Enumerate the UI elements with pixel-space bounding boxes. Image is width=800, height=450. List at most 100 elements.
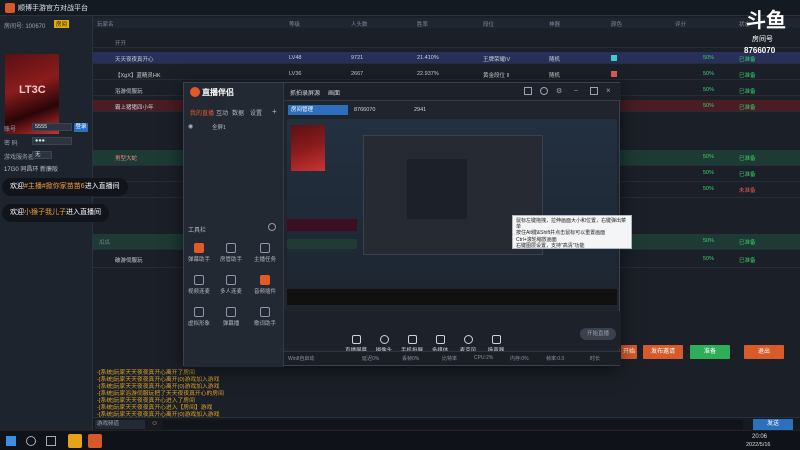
toolbar-title: 工具栏: [188, 228, 207, 234]
player-table-header: 玩家名 等级 人头数 胜率 段位 神器 颜色 评分 状态: [93, 18, 800, 28]
row-level: LV36: [289, 71, 302, 77]
status-cpu: CPU:2%: [474, 355, 494, 361]
media-icon: [435, 335, 445, 344]
tab-data[interactable]: 数据: [232, 108, 244, 117]
lyrics-icon: [260, 307, 270, 317]
tool-video-link[interactable]: 视频连麦: [188, 275, 210, 295]
status-duration: 时长: [590, 356, 601, 362]
app-taskbar-icon[interactable]: [68, 434, 82, 448]
row-rate: 22.937%: [417, 71, 439, 77]
emoji-icon[interactable]: ☺: [151, 420, 158, 427]
audio-plugin-icon: [260, 275, 270, 285]
danmu-play-icon: [226, 307, 236, 317]
settings-icon[interactable]: ⚙: [556, 87, 562, 95]
close-icon[interactable]: ×: [606, 86, 611, 95]
server-id-text: 17G0 同昌环 新廉阪: [4, 167, 59, 173]
color-swatch: [611, 55, 617, 61]
chat-prefix: 欢迎: [10, 209, 24, 216]
game-server-select[interactable]: 无: [32, 151, 52, 159]
status-bar: Win8自启动 延迟0% 丢帧0% 比特率 CPU:2% 内存:0% 帧率:0.…: [284, 351, 621, 365]
row-name: 男型大蛇: [115, 156, 138, 162]
table-row[interactable]: 天天夜夜真开心 LV48 9721 21.410% 王牌荣耀IV 随机 50% …: [93, 52, 800, 64]
send-button[interactable]: 发送: [753, 419, 793, 430]
account-input[interactable]: 5555: [32, 123, 72, 131]
eye-icon[interactable]: ◉: [188, 123, 193, 130]
app-titlebar: 顺博手游官方对战平台: [0, 0, 800, 16]
header-player: 玩家名: [97, 22, 114, 28]
row-state: 已准备: [739, 240, 756, 246]
tool-room-admin[interactable]: 房管助手: [220, 243, 242, 263]
chat-input-bar: 游戏频道 ☺ 发送: [93, 417, 800, 430]
row-score: 50%: [703, 256, 715, 262]
tab-settings[interactable]: 设置: [250, 108, 262, 117]
password-input[interactable]: ●●●: [32, 137, 72, 145]
windows-start-icon[interactable]: [6, 436, 16, 446]
row-name: 瓜瓜: [99, 240, 111, 246]
chat-message: 欢迎#主播#掀你家苗苗6进入直播间: [2, 178, 128, 196]
table-row[interactable]: 开开: [93, 36, 800, 48]
game-taskbar-icon[interactable]: [88, 434, 102, 448]
row-state: 已准备: [739, 258, 756, 264]
tooltip-line: 右键图层设置，支持"高清"功能: [516, 242, 585, 249]
chat-suffix: 进入直播间: [84, 183, 120, 190]
scene-label[interactable]: 全屏1: [212, 123, 226, 131]
tool-tasks[interactable]: 主播任务: [254, 243, 276, 263]
row-artifact: 随机: [549, 57, 561, 63]
tool-danmu-play[interactable]: 弹幕播: [220, 307, 242, 327]
search-icon[interactable]: [26, 436, 36, 446]
preview-row: [287, 239, 357, 249]
invite-button[interactable]: 发布邀请: [643, 345, 683, 359]
chat-input[interactable]: [163, 420, 743, 429]
start-button[interactable]: 开始: [621, 345, 637, 359]
tool-label: 多人连麦: [220, 289, 243, 295]
add-icon[interactable]: +: [272, 107, 277, 116]
tab-interact[interactable]: 互动: [216, 108, 228, 117]
tool-danmu[interactable]: 弹幕助手: [188, 243, 210, 263]
tool-audio-plugin[interactable]: 音频插件: [254, 275, 276, 295]
room-manage[interactable]: 房间管理: [288, 105, 348, 115]
row-score: 50%: [703, 238, 715, 244]
maximize-icon[interactable]: [590, 87, 598, 95]
avatar-text: LT3C: [19, 84, 46, 96]
more-icon[interactable]: [268, 223, 276, 231]
user-icon[interactable]: [540, 87, 548, 95]
row-score: 50%: [703, 55, 715, 61]
tool-lyrics[interactable]: 歌词助手: [254, 307, 276, 327]
header-kills: 人头数: [351, 22, 368, 28]
tool-label: 虚拟形象: [188, 321, 211, 327]
window-icon[interactable]: [524, 87, 532, 95]
login-button[interactable]: 登录: [74, 123, 88, 132]
row-name: 【XgX】蓝精灵HK: [115, 73, 161, 79]
row-score: 50%: [703, 103, 715, 109]
status-fps: 帧率:0.0: [546, 356, 565, 362]
row-state: 已准备: [739, 89, 756, 95]
ready-button[interactable]: 准备: [690, 345, 730, 359]
multi-link-icon: [226, 275, 236, 285]
camera-icon: [379, 335, 389, 344]
taskview-icon[interactable]: [46, 436, 56, 446]
head-tab-source[interactable]: 抓拍录屏源: [290, 88, 320, 97]
companion-brand: 直播伴侣: [202, 88, 234, 97]
speaker-icon: [491, 335, 501, 344]
exit-button[interactable]: 退出: [744, 345, 784, 359]
row-score: 50%: [703, 170, 715, 176]
douyu-room-number: 8766070: [744, 46, 776, 55]
live-companion-window: 直播伴侣 我的直播 互动 数据 设置 + ◉ 全屏1 工具栏 弹幕助手 房管助手…: [183, 82, 632, 367]
status-autostart: Win8自启动: [288, 356, 315, 362]
row-state: 已准备: [739, 73, 756, 79]
start-live-button[interactable]: 开始直播: [580, 328, 616, 340]
tool-multi-link[interactable]: 多人连麦: [220, 275, 242, 295]
head-tab-screen[interactable]: 画面: [328, 88, 340, 97]
companion-sidebar: 直播伴侣 我的直播 互动 数据 设置 + ◉ 全屏1 工具栏 弹幕助手 房管助手…: [184, 83, 284, 367]
row-rate: 21.410%: [417, 55, 439, 61]
video-link-icon: [194, 275, 204, 285]
minimize-icon[interactable]: –: [574, 87, 578, 94]
channel-select[interactable]: 游戏频道: [95, 420, 145, 429]
chat-username: #主播#掀你家苗苗6: [24, 183, 85, 190]
table-row[interactable]: 【XgX】蓝精灵HK LV36 2667 22.937% 黄金段位 II 随机 …: [93, 68, 800, 80]
tool-avatar[interactable]: 虚拟形象: [188, 307, 210, 327]
tab-my-live[interactable]: 我的直播: [190, 108, 214, 117]
row-kills: 9721: [351, 55, 364, 61]
tooltip-line: 鼠标左键拖拽，拉伸画面大小和位置，右键弹出菜单: [516, 218, 627, 231]
stream-preview[interactable]: [287, 119, 617, 305]
